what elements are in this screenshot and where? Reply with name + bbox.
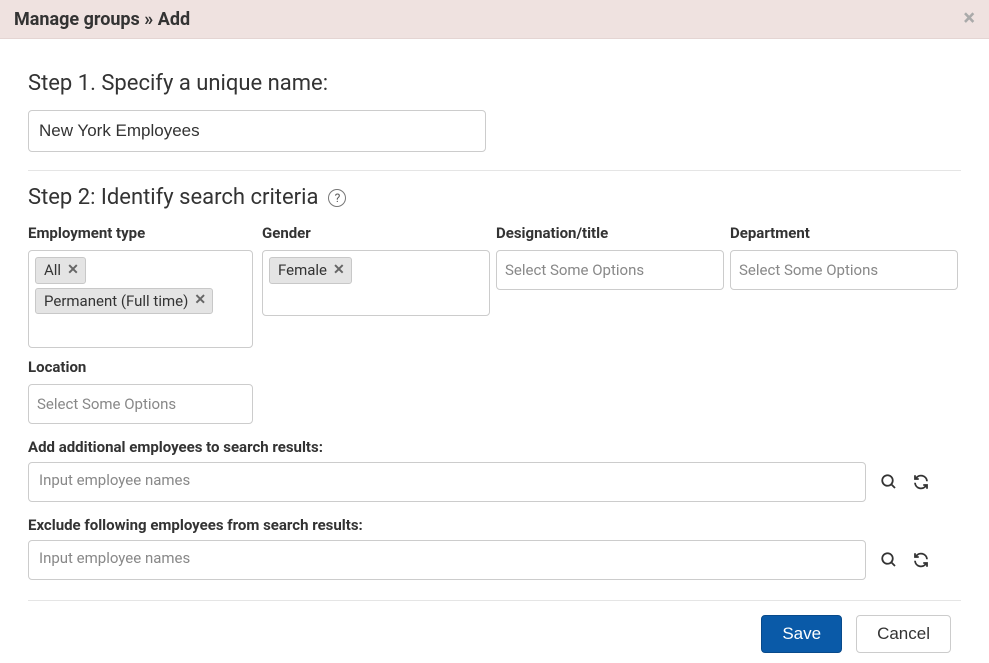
department-placeholder: Select Some Options — [737, 257, 880, 283]
modal-body: Step 1. Specify a unique name: Step 2: I… — [0, 39, 989, 663]
exclude-employees-placeholder: Input employee names — [39, 549, 190, 567]
remove-tag-female[interactable]: ✕ — [333, 263, 345, 278]
criteria-grid: Employment type All ✕ Permanent (Full ti… — [28, 224, 961, 348]
designation-placeholder: Select Some Options — [503, 257, 646, 283]
add-employees-placeholder: Input employee names — [39, 471, 190, 489]
tag-female: Female ✕ — [269, 257, 352, 284]
exclude-employees-label: Exclude following employees from search … — [28, 516, 961, 534]
employment-type-label: Employment type — [28, 224, 258, 242]
cancel-button[interactable]: Cancel — [856, 615, 951, 653]
search-icon[interactable] — [880, 473, 898, 491]
divider — [28, 170, 961, 171]
exclude-employees-field: Exclude following employees from search … — [28, 516, 961, 580]
department-select[interactable]: Select Some Options — [730, 250, 958, 290]
step2-title: Step 2: Identify search criteria ? — [28, 185, 961, 210]
tag-all: All ✕ — [35, 257, 86, 284]
remove-tag-permanent[interactable]: ✕ — [194, 293, 206, 308]
location-placeholder: Select Some Options — [35, 391, 178, 417]
help-icon[interactable]: ? — [328, 189, 346, 207]
search-icon[interactable] — [880, 551, 898, 569]
tag-all-label: All — [44, 262, 61, 279]
remove-tag-all[interactable]: ✕ — [67, 263, 79, 278]
employment-type-field: Employment type All ✕ Permanent (Full ti… — [28, 224, 258, 348]
designation-field: Designation/title Select Some Options — [496, 224, 726, 348]
exclude-employees-input[interactable]: Input employee names — [28, 540, 866, 580]
group-name-input[interactable] — [28, 110, 486, 152]
gender-field: Gender Female ✕ — [262, 224, 492, 348]
step1-title: Step 1. Specify a unique name: — [28, 71, 961, 96]
tag-permanent: Permanent (Full time) ✕ — [35, 288, 213, 315]
location-select[interactable]: Select Some Options — [28, 384, 253, 424]
location-label: Location — [28, 358, 961, 376]
gender-label: Gender — [262, 224, 492, 242]
tag-permanent-label: Permanent (Full time) — [44, 293, 188, 310]
location-field: Location Select Some Options — [28, 358, 961, 424]
step2-title-text: Step 2: Identify search criteria — [28, 185, 318, 210]
designation-select[interactable]: Select Some Options — [496, 250, 724, 290]
designation-label: Designation/title — [496, 224, 726, 242]
modal-footer: Save Cancel — [28, 600, 961, 653]
save-button[interactable]: Save — [761, 615, 842, 653]
add-employees-field: Add additional employees to search resul… — [28, 438, 961, 502]
refresh-icon[interactable] — [912, 551, 930, 569]
close-icon[interactable]: × — [963, 8, 975, 30]
department-label: Department — [730, 224, 960, 242]
refresh-icon[interactable] — [912, 473, 930, 491]
add-employees-label: Add additional employees to search resul… — [28, 438, 961, 456]
modal-header: Manage groups » Add × — [0, 0, 989, 39]
tag-female-label: Female — [278, 262, 327, 279]
gender-select[interactable]: Female ✕ — [262, 250, 490, 316]
employment-type-select[interactable]: All ✕ Permanent (Full time) ✕ — [28, 250, 253, 348]
modal-title: Manage groups » Add — [14, 9, 190, 30]
department-field: Department Select Some Options — [730, 224, 960, 348]
add-employees-input[interactable]: Input employee names — [28, 462, 866, 502]
